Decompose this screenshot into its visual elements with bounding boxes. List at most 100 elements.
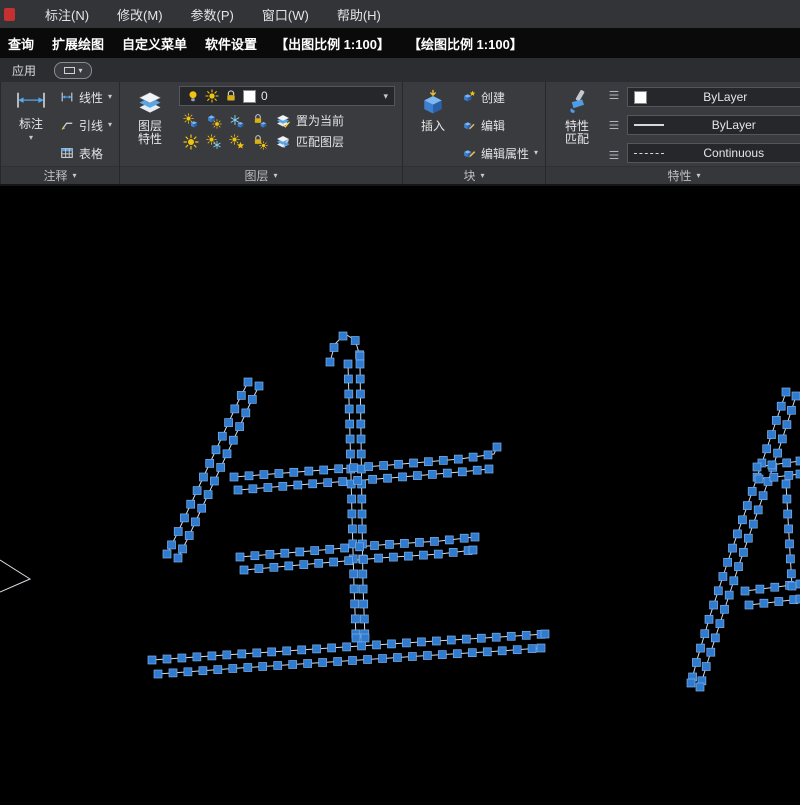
- grip[interactable]: [269, 562, 279, 572]
- grip[interactable]: [357, 641, 366, 651]
- edit-attributes-button[interactable]: 编辑属性 ▾: [462, 144, 538, 162]
- grip[interactable]: [235, 552, 245, 562]
- grip[interactable]: [355, 351, 365, 361]
- grip[interactable]: [349, 463, 358, 473]
- grip[interactable]: [696, 643, 705, 653]
- grip[interactable]: [344, 374, 353, 384]
- grip[interactable]: [795, 594, 800, 604]
- grip[interactable]: [213, 665, 223, 674]
- grip[interactable]: [482, 647, 492, 657]
- grip[interactable]: [162, 654, 172, 664]
- grip[interactable]: [243, 663, 253, 672]
- grip[interactable]: [729, 576, 739, 586]
- menu-parametric[interactable]: 参数(P): [191, 5, 234, 24]
- grip[interactable]: [333, 657, 342, 666]
- grip[interactable]: [203, 490, 213, 499]
- grip[interactable]: [344, 404, 354, 414]
- grip[interactable]: [358, 569, 368, 579]
- query-button[interactable]: 查询: [8, 34, 34, 53]
- grip[interactable]: [370, 541, 379, 550]
- panel-label-layers[interactable]: 图层 ▾: [120, 166, 402, 184]
- grip[interactable]: [345, 434, 355, 444]
- grip[interactable]: [398, 472, 407, 482]
- cad-stroke-left-needle[interactable]: [0, 559, 32, 593]
- grip[interactable]: [297, 645, 307, 655]
- grip[interactable]: [325, 544, 335, 554]
- panel-label-annotate[interactable]: 注释 ▾: [1, 166, 119, 184]
- grip[interactable]: [284, 561, 294, 571]
- grip[interactable]: [394, 459, 403, 469]
- grip[interactable]: [785, 539, 794, 549]
- grip[interactable]: [363, 655, 372, 664]
- custom-menu-button[interactable]: 自定义菜单: [122, 34, 187, 53]
- insert-block-button[interactable]: 插入: [410, 86, 456, 164]
- list-icon[interactable]: [607, 118, 621, 132]
- layer-tool-thaw-icon[interactable]: [205, 133, 222, 150]
- grip[interactable]: [782, 494, 792, 504]
- grip[interactable]: [709, 600, 718, 610]
- grip[interactable]: [491, 632, 501, 642]
- grip[interactable]: [355, 374, 365, 384]
- grip[interactable]: [356, 434, 366, 444]
- grip[interactable]: [224, 418, 233, 427]
- grip[interactable]: [359, 614, 369, 624]
- grip[interactable]: [424, 457, 433, 467]
- grip[interactable]: [263, 483, 273, 492]
- grip[interactable]: [348, 656, 357, 665]
- grip[interactable]: [400, 539, 409, 548]
- grip[interactable]: [739, 548, 748, 557]
- grip[interactable]: [198, 666, 208, 676]
- grip[interactable]: [359, 599, 369, 609]
- grip[interactable]: [364, 462, 373, 471]
- match-properties-button[interactable]: 特性匹配: [553, 86, 601, 164]
- grip[interactable]: [438, 456, 448, 465]
- grip[interactable]: [248, 484, 258, 494]
- list-icon[interactable]: [607, 88, 621, 102]
- grip[interactable]: [467, 648, 477, 658]
- grip[interactable]: [274, 469, 284, 478]
- grip[interactable]: [692, 658, 701, 667]
- grip[interactable]: [192, 486, 202, 495]
- grip[interactable]: [430, 537, 439, 546]
- grip[interactable]: [357, 509, 367, 519]
- grip[interactable]: [387, 639, 396, 649]
- grip[interactable]: [180, 513, 189, 523]
- grip[interactable]: [720, 604, 729, 614]
- list-icon[interactable]: [607, 148, 621, 162]
- grip[interactable]: [282, 646, 292, 656]
- dimension-button[interactable]: 标注 ▾: [8, 86, 54, 164]
- grip[interactable]: [347, 494, 356, 504]
- grip[interactable]: [230, 404, 240, 414]
- grip[interactable]: [759, 598, 769, 608]
- grip[interactable]: [446, 635, 456, 645]
- grip[interactable]: [497, 646, 507, 656]
- grip[interactable]: [250, 551, 260, 561]
- grip[interactable]: [378, 654, 387, 663]
- object-color-select[interactable]: ByLayer ▾: [627, 87, 800, 107]
- grip[interactable]: [710, 633, 720, 643]
- grip[interactable]: [747, 487, 757, 496]
- grip[interactable]: [700, 629, 710, 639]
- grip[interactable]: [457, 467, 467, 477]
- linear-dim-button[interactable]: 线性 ▾: [60, 88, 112, 106]
- grip[interactable]: [752, 462, 762, 472]
- grip[interactable]: [786, 554, 795, 564]
- grip[interactable]: [280, 548, 290, 558]
- grip[interactable]: [402, 638, 411, 648]
- grip[interactable]: [314, 558, 324, 568]
- grip[interactable]: [771, 416, 781, 425]
- grip[interactable]: [461, 634, 471, 644]
- grip[interactable]: [433, 549, 443, 559]
- grip[interactable]: [428, 470, 437, 479]
- grip[interactable]: [295, 547, 305, 557]
- grip[interactable]: [293, 480, 303, 490]
- grip[interactable]: [192, 652, 202, 662]
- grip[interactable]: [476, 633, 486, 643]
- grip[interactable]: [360, 633, 370, 643]
- grip[interactable]: [168, 668, 178, 678]
- grip[interactable]: [342, 642, 351, 652]
- grip[interactable]: [216, 463, 226, 472]
- grip[interactable]: [210, 476, 219, 486]
- grip[interactable]: [356, 404, 365, 414]
- grip[interactable]: [228, 664, 238, 673]
